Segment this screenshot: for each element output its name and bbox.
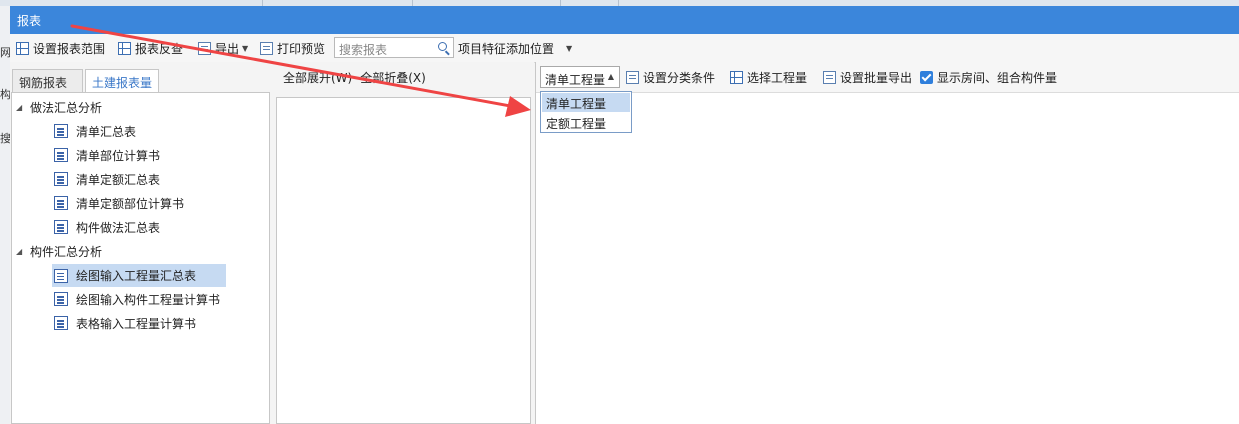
tab-rebar-report[interactable]: 钢筋报表量 [12,69,83,107]
tree-item-label: 清单定额汇总表 [76,172,161,187]
print-preview-label: 打印预览 [277,41,326,56]
quantity-type-value: 清单工程量 [545,73,606,87]
tree-group-label: 做法汇总分析 [30,100,103,115]
print-preview-button[interactable]: 打印预览 [260,40,325,56]
chevron-up-icon: ▲ [607,72,614,81]
show-rooms-label: 显示房间、组合构件量 [937,70,1058,85]
tree-item-label: 绘图输入工程量汇总表 [76,269,197,283]
tree-item-label: 绘图输入构件工程量计算书 [76,292,221,307]
set-range-label: 设置报表范围 [33,41,106,56]
report-doc-icon [54,316,68,330]
tree-item[interactable]: 清单汇总表 [54,121,136,141]
print-preview-icon [260,41,273,55]
lookup-icon [118,41,131,55]
search-placeholder: 搜索报表 [339,43,388,57]
report-tree: ◢ 做法汇总分析 清单汇总表 清单部位计算书 清单定额汇总表 清单定额部位计算书… [11,92,270,424]
tree-item[interactable]: 清单定额部位计算书 [54,193,184,213]
background-panel-char: 搜 [0,132,10,145]
set-category-button[interactable]: 设置分类条件 [626,69,715,85]
tree-item-label: 清单汇总表 [76,124,137,139]
report-toolbar: 设置报表范围 报表反查 导出 ▼ 打印预览 搜索报表 项目特征添加位置 ▼ [10,34,1239,63]
tree-item[interactable]: 构件做法汇总表 [54,217,160,237]
report-category-pane: 钢筋报表量 土建报表量 ◢ 做法汇总分析 清单汇总表 清单部位计算书 清单定额汇… [10,62,271,424]
select-quantity-label: 选择工程量 [747,70,808,85]
select-quantity-button[interactable]: 选择工程量 [730,69,807,85]
chevron-down-icon: ▼ [566,43,573,53]
tree-group-method-summary[interactable]: ◢ 做法汇总分析 [16,97,102,117]
tree-item[interactable]: 表格输入工程量计算书 [54,313,196,333]
expand-all-button[interactable]: 全部展开(W) [283,69,352,86]
show-rooms-checkbox[interactable]: 显示房间、组合构件量 [920,69,1057,85]
report-view-toolbar: 清单工程量 ▲ 设置分类条件 选择工程量 设置批量导出 显示房间、组合构件量 [536,62,1239,93]
report-doc-icon [54,172,68,186]
tree-item-label: 表格输入工程量计算书 [76,316,197,331]
filter-pane: 全部展开(W) 全部折叠(X) [272,62,534,424]
set-range-button[interactable]: 设置报表范围 [16,40,105,56]
search-icon[interactable] [438,42,447,51]
report-doc-icon [54,268,68,283]
report-doc-icon [54,124,68,138]
export-icon [198,41,211,55]
window-titlebar[interactable]: 报表 [10,6,1239,34]
chevron-down-icon: ▼ [242,43,249,53]
collapse-triangle-icon[interactable]: ◢ [16,103,30,112]
tab-civil-report[interactable]: 土建报表量 [85,69,159,93]
report-lookup-button[interactable]: 报表反查 [118,40,183,56]
filter-tree [276,97,531,424]
report-doc-icon [54,220,68,234]
tree-group-label: 构件汇总分析 [30,244,103,259]
dropdown-option-highlighted[interactable]: 清单工程量 [542,93,630,112]
report-lookup-label: 报表反查 [135,41,184,56]
feature-position-label: 项目特征添加位置 [458,41,555,56]
background-panel-char: 构 [0,88,10,101]
checkbox-checked-icon[interactable] [920,70,933,84]
export-label: 导出 [215,41,240,56]
report-doc-icon [54,292,68,306]
report-doc-icon [54,148,68,162]
filter-pane-header: 全部展开(W) 全部折叠(X) [272,62,534,92]
report-view-pane: 清单工程量 ▲ 设置分类条件 选择工程量 设置批量导出 显示房间、组合构件量 清… [535,62,1239,424]
window-title: 报表 [17,14,42,28]
tree-item-label: 清单定额部位计算书 [76,196,185,211]
export-button[interactable]: 导出 ▼ [198,40,248,56]
feature-position-dropdown[interactable]: 项目特征添加位置 ▼ [458,40,572,56]
grid-settings-icon [16,41,29,55]
dropdown-option[interactable]: 定额工程量 [542,113,630,132]
batch-export-label: 设置批量导出 [840,70,913,85]
collapse-triangle-icon[interactable]: ◢ [16,247,30,256]
batch-export-icon [823,70,836,84]
quantity-type-dropdown-list: 清单工程量 定额工程量 [540,91,632,133]
category-settings-icon [626,70,639,84]
search-input[interactable]: 搜索报表 [334,37,454,58]
tree-item-selected[interactable]: 绘图输入工程量汇总表 [52,264,226,287]
report-doc-icon [54,196,68,210]
batch-export-button[interactable]: 设置批量导出 [823,69,912,85]
tree-group-component-summary[interactable]: ◢ 构件汇总分析 [16,241,102,261]
table-icon [730,70,743,84]
tree-item[interactable]: 清单定额汇总表 [54,169,160,189]
quantity-type-select[interactable]: 清单工程量 ▲ [540,66,620,88]
tree-item-label: 清单部位计算书 [76,148,161,163]
tree-item[interactable]: 清单部位计算书 [54,145,160,165]
set-category-label: 设置分类条件 [643,70,716,85]
tree-item[interactable]: 绘图输入构件工程量计算书 [54,289,220,309]
background-panel-char: 网 [0,46,10,59]
collapse-all-button[interactable]: 全部折叠(X) [360,69,426,86]
tree-item-label: 构件做法汇总表 [76,220,161,235]
